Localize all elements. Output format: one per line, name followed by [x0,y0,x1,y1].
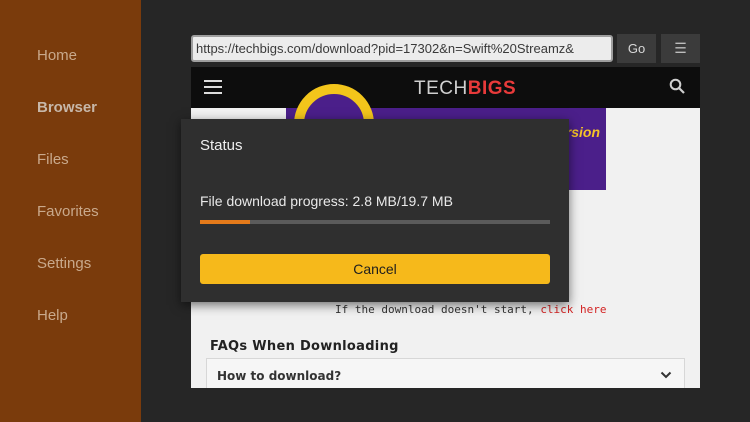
sidebar-item-favorites[interactable]: Favorites [37,203,99,220]
site-header: TECHBIGS [191,67,700,108]
download-status-dialog: Status File download progress: 2.8 MB/19… [181,119,569,302]
go-button[interactable]: Go [617,34,656,63]
download-progress-bar [200,220,550,224]
sidebar-item-files[interactable]: Files [37,151,69,168]
download-note-text: If the download doesn't start, [335,303,541,316]
chevron-down-icon [660,371,672,379]
sidebar-item-settings[interactable]: Settings [37,255,91,272]
progress-bar-fill [200,220,250,224]
browser-menu-button[interactable]: ☰ [661,34,700,63]
site-logo[interactable]: TECHBIGS [414,78,516,100]
sidebar-item-home[interactable]: Home [37,47,77,64]
search-icon[interactable] [669,78,685,94]
logo-part-bigs: BIGS [467,78,517,99]
faq-question: How to download? [217,369,342,383]
click-here-link[interactable]: click here [540,303,606,316]
dialog-title: Status [200,137,243,154]
sidebar: Home Browser Files Favorites Settings He… [0,0,141,422]
sidebar-item-browser[interactable]: Browser [37,99,97,116]
hamburger-menu-icon[interactable] [204,80,222,94]
faq-heading: FAQs When Downloading [210,339,399,354]
faq-accordion-item[interactable]: How to download? [206,358,685,388]
sidebar-item-help[interactable]: Help [37,307,68,324]
logo-part-tech: TECH [414,78,468,99]
cancel-button[interactable]: Cancel [200,254,550,284]
url-input[interactable]: https://techbigs.com/download?pid=17302&… [191,35,613,62]
download-note: If the download doesn't start, click her… [335,303,607,316]
download-progress-text: File download progress: 2.8 MB/19.7 MB [200,193,453,209]
